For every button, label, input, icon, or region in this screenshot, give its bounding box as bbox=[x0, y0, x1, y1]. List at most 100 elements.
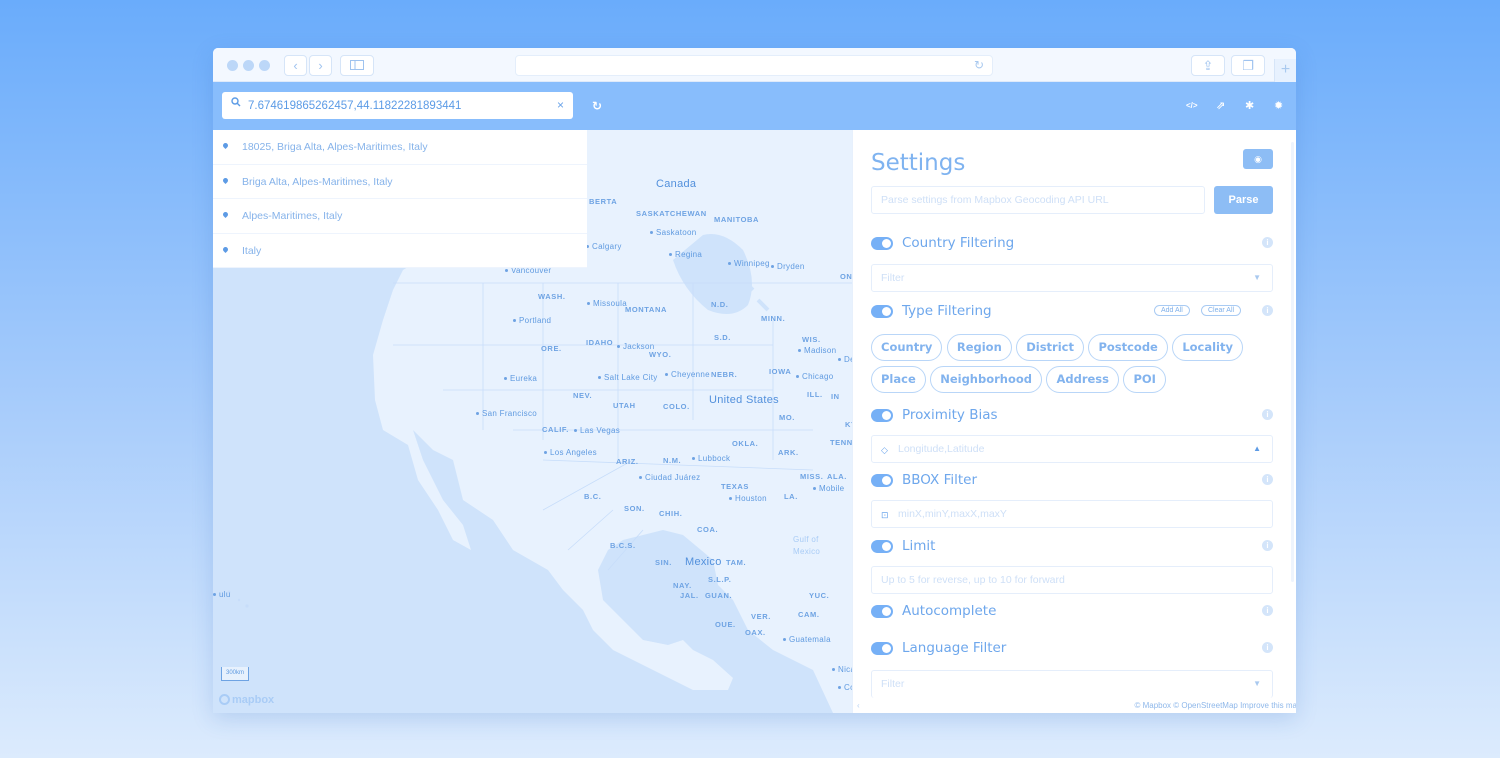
map-label-state: ILL. bbox=[807, 390, 823, 399]
tabs-icon: ❐ bbox=[1242, 58, 1254, 73]
toggle-visibility-button[interactable]: ◉ bbox=[1243, 149, 1273, 169]
attribution-text[interactable]: © Mapbox © OpenStreetMap Improve this ma bbox=[1134, 701, 1296, 710]
info-icon[interactable]: i bbox=[1262, 305, 1273, 316]
reload-icon[interactable]: ↻ bbox=[974, 58, 984, 72]
map-label-city: Eureka bbox=[504, 374, 537, 383]
search-result-item[interactable]: Alpes-Maritimes, Italy bbox=[213, 199, 587, 234]
map-label-city: Nicar bbox=[832, 665, 852, 674]
sidebar-toggle-button[interactable] bbox=[340, 55, 374, 76]
window-close-button[interactable] bbox=[227, 60, 238, 71]
info-icon[interactable]: i bbox=[1262, 237, 1273, 248]
map-label-city: Det bbox=[838, 355, 852, 364]
limit-input[interactable]: Up to 5 for reverse, up to 10 for forwar… bbox=[871, 566, 1273, 594]
back-button[interactable]: ‹ bbox=[284, 55, 307, 76]
forward-button[interactable]: › bbox=[309, 55, 332, 76]
external-link-icon[interactable]: ⇗ bbox=[1216, 99, 1225, 112]
share-button[interactable]: ⇪ bbox=[1191, 55, 1225, 76]
map-label-water: Mexico bbox=[793, 547, 821, 556]
country-filter-placeholder: Filter bbox=[881, 272, 905, 284]
map-label-city: Houston bbox=[729, 494, 767, 503]
chevron-left-icon[interactable]: ‹ bbox=[857, 701, 860, 710]
proximity-bias-toggle[interactable] bbox=[871, 409, 893, 422]
tabs-overview-button[interactable]: ❐ bbox=[1231, 55, 1265, 76]
map-label-city: Cheyenne bbox=[665, 370, 710, 379]
type-chip-locality[interactable]: Locality bbox=[1172, 334, 1243, 361]
map-view[interactable]: Canada United States Mexico BERTA SASKAT… bbox=[213, 130, 852, 713]
type-chip-district[interactable]: District bbox=[1016, 334, 1084, 361]
language-filter-select[interactable]: Filter ▼ bbox=[871, 670, 1273, 698]
map-label-state: IN bbox=[831, 392, 840, 401]
type-chip-postcode[interactable]: Postcode bbox=[1088, 334, 1168, 361]
type-chip-region[interactable]: Region bbox=[946, 334, 1012, 361]
country-filtering-row: Country Filtering i bbox=[871, 235, 1273, 253]
info-icon[interactable]: i bbox=[1262, 642, 1273, 653]
search-result-item[interactable]: 18025, Briga Alta, Alpes-Maritimes, Ital… bbox=[213, 130, 587, 165]
add-all-button[interactable]: Add All bbox=[1154, 305, 1190, 316]
proximity-input[interactable]: ◇ Longitude,Latitude ▲ bbox=[871, 435, 1273, 463]
parse-button[interactable]: Parse bbox=[1214, 186, 1273, 214]
type-chip-list: Country Region District Postcode Localit… bbox=[871, 334, 1273, 398]
map-label-city: Mobile bbox=[813, 484, 844, 493]
type-chip-neighborhood[interactable]: Neighborhood bbox=[930, 366, 1043, 393]
type-chip-address[interactable]: Address bbox=[1046, 366, 1119, 393]
code-icon[interactable]: </> bbox=[1186, 101, 1198, 110]
search-result-item[interactable]: Italy bbox=[213, 234, 587, 268]
type-chip-poi[interactable]: POI bbox=[1123, 366, 1166, 393]
language-filter-toggle[interactable] bbox=[871, 642, 893, 655]
map-label-state: ARK. bbox=[778, 448, 799, 457]
map-label-city: Salt Lake City bbox=[598, 373, 658, 382]
info-icon[interactable]: i bbox=[1262, 605, 1273, 616]
bbox-input[interactable]: ⊡ minX,minY,maxX,maxY bbox=[871, 500, 1273, 528]
map-label-state: SASKATCHEWAN bbox=[636, 209, 707, 218]
search-input[interactable] bbox=[248, 92, 548, 119]
map-label-state: N.D. bbox=[711, 300, 729, 309]
map-label-city: Portland bbox=[513, 316, 551, 325]
share-icon: ⇪ bbox=[1202, 58, 1214, 73]
settings-panel: Settings ◉ Parse settings from Mapbox Ge… bbox=[852, 130, 1296, 713]
language-filter-label: Language Filter bbox=[902, 640, 1007, 656]
map-label-city: Calgary bbox=[586, 242, 622, 251]
mapbox-logo[interactable]: mapbox bbox=[219, 694, 274, 706]
map-label-state: LA. bbox=[784, 492, 798, 501]
sidebar-icon bbox=[350, 60, 364, 70]
map-label-city: Saskatoon bbox=[650, 228, 697, 237]
browser-chrome: ‹ › ↻ ⇪ ❐ + bbox=[213, 48, 1296, 82]
bug-icon[interactable]: ✱ bbox=[1245, 99, 1254, 112]
search-result-item[interactable]: Briga Alta, Alpes-Maritimes, Italy bbox=[213, 165, 587, 199]
autocomplete-toggle[interactable] bbox=[871, 605, 893, 618]
new-tab-button[interactable]: + bbox=[1274, 59, 1296, 82]
navigation-arrow-icon[interactable]: ▲ bbox=[1253, 436, 1261, 462]
map-label-state: ARIZ. bbox=[616, 457, 639, 466]
limit-placeholder: Up to 5 for reverse, up to 10 for forwar… bbox=[881, 574, 1065, 586]
info-icon[interactable]: i bbox=[1262, 540, 1273, 551]
window-minimize-button[interactable] bbox=[243, 60, 254, 71]
type-chip-place[interactable]: Place bbox=[871, 366, 926, 393]
map-label-state: MONTANA bbox=[625, 305, 667, 314]
chevron-down-icon: ▼ bbox=[1253, 679, 1261, 688]
type-chip-country[interactable]: Country bbox=[871, 334, 943, 361]
map-pin-icon bbox=[221, 141, 230, 150]
info-icon[interactable]: i bbox=[1262, 409, 1273, 420]
map-label-state: WIS. bbox=[802, 335, 821, 344]
country-filter-select[interactable]: Filter ▼ bbox=[871, 264, 1273, 292]
clear-all-button[interactable]: Clear All bbox=[1201, 305, 1242, 316]
limit-row: Limit i bbox=[871, 538, 1273, 556]
map-label-state: ON bbox=[840, 272, 852, 281]
map-label-state: S.L.P. bbox=[708, 575, 732, 584]
bbox-filter-toggle[interactable] bbox=[871, 474, 893, 487]
clear-search-button[interactable]: × bbox=[557, 98, 564, 112]
map-label-state: ORE. bbox=[541, 344, 562, 353]
refresh-icon[interactable]: ↻ bbox=[592, 99, 602, 113]
map-label-state: WYO. bbox=[649, 350, 672, 359]
settings-scrollbar[interactable] bbox=[1291, 142, 1294, 582]
gear-icon[interactable]: ✹ bbox=[1274, 99, 1283, 112]
type-filtering-toggle[interactable] bbox=[871, 305, 893, 318]
limit-toggle[interactable] bbox=[871, 540, 893, 553]
address-bar[interactable]: ↻ bbox=[515, 55, 993, 76]
map-label-city: San Francisco bbox=[476, 409, 537, 418]
country-filtering-toggle[interactable] bbox=[871, 237, 893, 250]
info-icon[interactable]: i bbox=[1262, 474, 1273, 485]
parse-url-input[interactable]: Parse settings from Mapbox Geocoding API… bbox=[871, 186, 1205, 214]
window-zoom-button[interactable] bbox=[259, 60, 270, 71]
map-attribution: ‹ © Mapbox © OpenStreetMap Improve this … bbox=[853, 699, 1296, 713]
